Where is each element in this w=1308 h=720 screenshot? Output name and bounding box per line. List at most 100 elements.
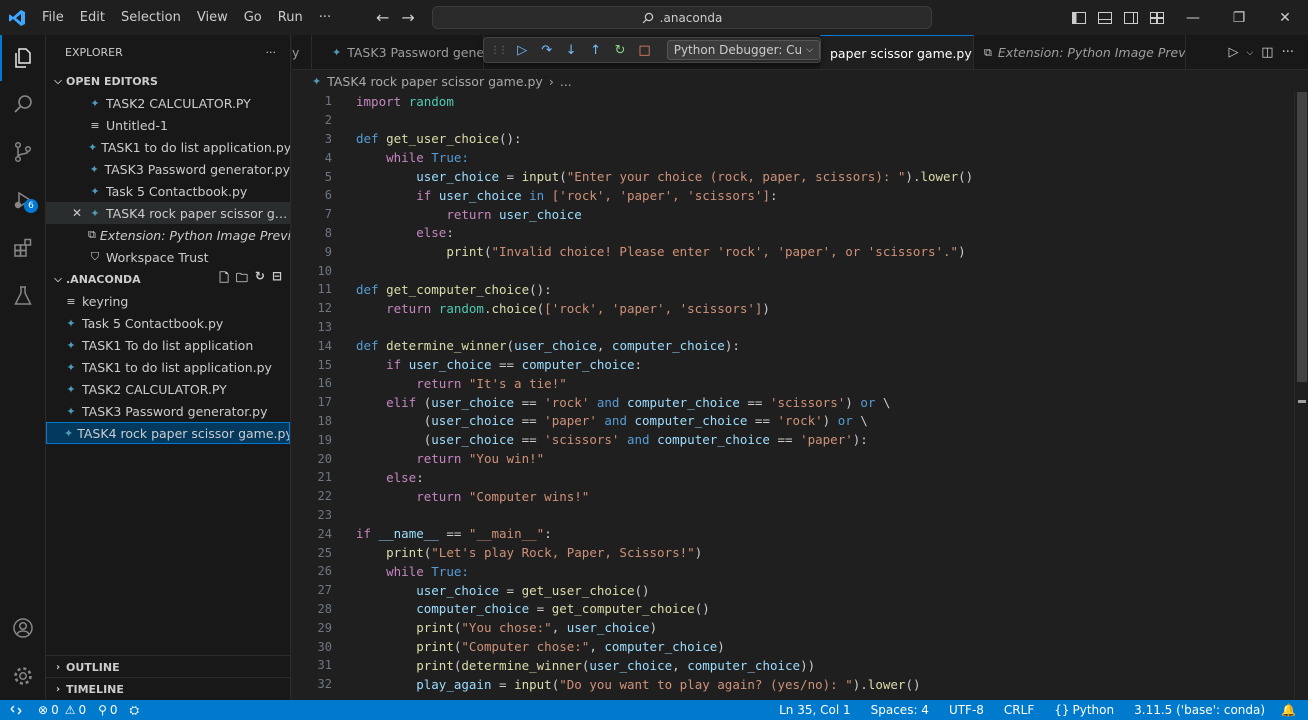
breadcrumb-file[interactable]: TASK4 rock paper scissor game.py [327,74,543,89]
search-view-icon[interactable] [0,81,46,127]
more-actions-icon[interactable]: ··· [1282,45,1294,60]
testing-flask-icon[interactable] [0,273,46,319]
file-tree-item-selected[interactable]: ✦ TASK4 rock paper scissor game.py [46,422,290,444]
collapse-all-icon[interactable]: ⊟ [272,269,282,290]
code-line: 11 def get_computer_choice(): [292,280,1294,299]
line-number: 17 [317,395,332,410]
open-editors-section[interactable]: ⌵ OPEN EDITORS [46,70,290,92]
customize-layout-icon[interactable] [1144,0,1170,35]
file-tree-item[interactable]: ≡ keyring [46,290,290,312]
debug-status-icon[interactable]: ⛭ [124,703,146,718]
file-tree-item[interactable]: ✦ TASK3 Password generator.py [46,400,290,422]
language-mode[interactable]: {} Python [1044,703,1124,717]
tab-partial[interactable]: y [292,35,312,69]
new-folder-icon[interactable]: 🗀 [236,269,248,290]
settings-gear-icon[interactable] [0,653,46,699]
open-editor-label: Workspace Trust [106,249,209,265]
stop-icon[interactable]: □ [636,43,652,58]
refresh-icon[interactable]: ↻ [255,269,265,290]
encoding[interactable]: UTF-8 [939,703,994,717]
code-editor[interactable]: 1 import random 2 3 def get_user_choice(… [292,92,1294,700]
breadcrumb-symbol[interactable]: ... [560,74,572,89]
open-editor-item[interactable]: ✦ TASK1 to do list application.py [46,136,290,158]
ports-status[interactable]: ⚲ 0 [92,703,123,717]
status-right-group: Ln 35, Col 1 Spaces: 4 UTF-8 CRLF {} Pyt… [769,700,1302,720]
open-editor-item[interactable]: ⧉ Extension: Python Image Preview [46,224,290,246]
menu-edit[interactable]: Edit [72,0,113,35]
forward-arrow-icon[interactable]: → [401,8,414,27]
indentation[interactable]: Spaces: 4 [861,703,939,717]
tab-task3[interactable]: ✦ TASK3 Password generator.py [322,35,484,69]
menu-file[interactable]: File [34,0,72,35]
toggle-panel-icon[interactable] [1092,0,1118,35]
accounts-icon[interactable] [0,605,46,651]
open-editor-item[interactable]: ≡ Untitled-1 [46,114,290,136]
menu-selection[interactable]: Selection [113,0,189,35]
explorer-icon[interactable] [0,35,46,81]
step-out-icon[interactable]: ↑ [587,43,603,58]
python-interpreter[interactable]: 3.11.5 ('base': conda) [1124,703,1275,717]
restart-icon[interactable]: ↻ [612,43,628,58]
braces-icon: {} [1054,703,1070,717]
toggle-sidebar-icon[interactable] [1066,0,1092,35]
line-number: 6 [324,188,332,203]
chevron-down-icon[interactable]: ⌵ [1246,48,1253,58]
open-editor-item[interactable]: ⛉ Workspace Trust [46,246,290,268]
code-line: 29 print("You chose:", user_choice) [292,618,1294,637]
restore-icon[interactable]: ❐ [1216,0,1262,35]
problems-status[interactable]: ⊗ 0 ⚠ 0 [32,703,92,717]
extensions-icon[interactable] [0,225,46,271]
open-editor-item[interactable]: ✦ Task 5 Contactbook.py [46,180,290,202]
tab-active-task4[interactable]: paper scissor game.py ✕ [820,35,974,69]
line-number: 5 [324,169,332,184]
cursor-position[interactable]: Ln 35, Col 1 [769,703,861,717]
vscode-logo-icon[interactable] [0,0,34,35]
debug-config-select[interactable]: Python Debugger: Current File ⌵ [666,40,821,60]
python-file-icon: ✦ [90,96,100,110]
toggle-secondary-sidebar-icon[interactable] [1118,0,1144,35]
timeline-section[interactable]: › TIMELINE [46,677,291,700]
menu-run[interactable]: Run [270,0,311,35]
folder-section[interactable]: ⌵ .ANACONDA 🗋 🗀 ↻ ⊟ [46,268,290,290]
outline-section[interactable]: › OUTLINE [46,655,291,678]
close-window-icon[interactable]: ✕ [1262,0,1308,35]
source-control-icon[interactable] [0,129,46,175]
tab-extension-preview[interactable]: ⧉ Extension: Python Image Preview [974,35,1186,69]
step-over-icon[interactable]: ↷ [538,43,554,58]
remote-indicator-icon[interactable] [0,700,32,720]
file-tree-item[interactable]: ✦ TASK1 to do list application.py [46,356,290,378]
minimize-icon[interactable]: — [1170,0,1216,35]
file-tree-item[interactable]: ✦ TASK2 CALCULATOR.PY [46,378,290,400]
scrollbar-thumb[interactable] [1297,92,1307,382]
split-editor-icon[interactable]: ◫ [1261,45,1273,60]
open-editor-item[interactable]: ✦ TASK2 CALCULATOR.PY [46,92,290,114]
line-number: 4 [324,150,332,165]
cursor-ruler-mark [1298,400,1306,403]
line-number: 3 [324,131,332,146]
back-arrow-icon[interactable]: ← [376,8,389,27]
chevron-down-icon: ⌵ [806,45,814,55]
code-line: 25 print("Let's play Rock, Paper, Scisso… [292,543,1294,562]
command-center-search[interactable]: .anaconda [432,6,932,29]
open-editor-item-active[interactable]: ✕ ✦ TASK4 rock paper scissor game.py [46,202,290,224]
menu-go[interactable]: Go [236,0,270,35]
step-into-icon[interactable]: ↓ [563,43,579,58]
run-debug-icon[interactable]: 6 [0,177,46,223]
line-number: 28 [317,601,332,616]
menu-more[interactable]: ··· [311,0,339,35]
end-of-line[interactable]: CRLF [994,703,1044,717]
notifications-bell-icon[interactable]: 🔔 [1275,703,1302,717]
menu-view[interactable]: View [189,0,236,35]
close-editor-icon[interactable]: ✕ [72,206,82,220]
run-python-file-icon[interactable]: ▷ [1228,45,1238,60]
explorer-more-icon[interactable]: ··· [266,46,277,59]
continue-icon[interactable]: ▷ [514,43,530,58]
menu-bar: File Edit Selection View Go Run ··· [34,0,339,35]
file-tree-item[interactable]: ✦ Task 5 Contactbook.py [46,312,290,334]
drag-handle-icon[interactable]: ⋮⋮ [490,45,508,56]
editor-scrollbar[interactable] [1294,92,1308,700]
new-file-icon[interactable]: 🗋 [219,269,229,290]
file-tree-item[interactable]: ✦ TASK1 To do list application [46,334,290,356]
code-line: 16 return "It's a tie!" [292,374,1294,393]
open-editor-item[interactable]: ✦ TASK3 Password generator.py [46,158,290,180]
